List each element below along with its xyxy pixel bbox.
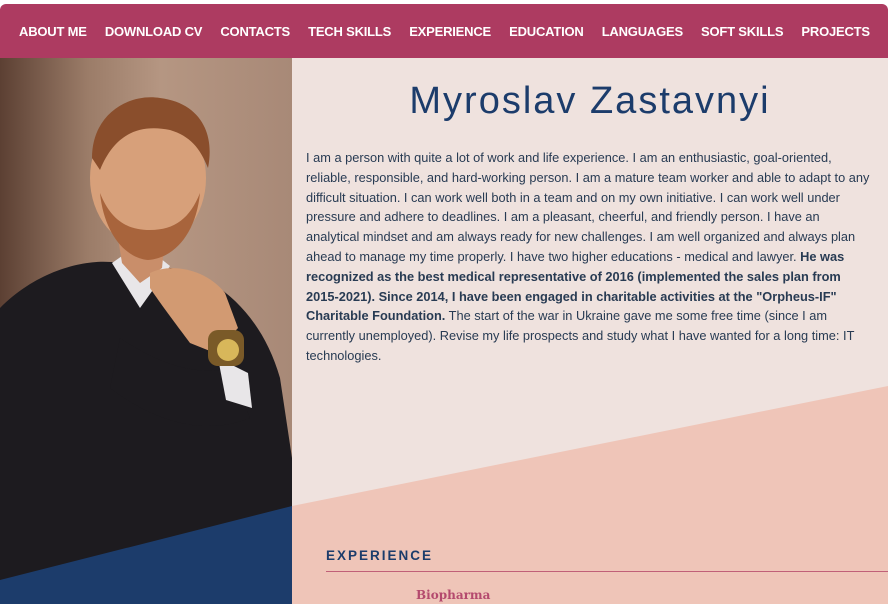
profile-photo xyxy=(0,58,292,604)
bio-paragraph: I am a person with quite a lot of work a… xyxy=(306,148,876,366)
profile-photo-illustration xyxy=(0,97,292,604)
nav-download-cv[interactable]: DOWNLOAD CV xyxy=(105,24,203,39)
experience-heading: EXPERIENCE xyxy=(326,548,434,563)
nav-tech-skills[interactable]: TECH SKILLS xyxy=(308,24,391,39)
nav-languages[interactable]: LANGUAGES xyxy=(602,24,683,39)
top-navigation: ABOUT ME DOWNLOAD CV CONTACTS TECH SKILL… xyxy=(0,4,888,58)
nav-experience[interactable]: EXPERIENCE xyxy=(409,24,491,39)
nav-projects[interactable]: PROJECTS xyxy=(801,24,870,39)
page-title: Myroslav Zastavnyi xyxy=(409,80,771,122)
nav-education[interactable]: EDUCATION xyxy=(509,24,584,39)
bio-text-1: I am a person with quite a lot of work a… xyxy=(306,150,870,264)
company-name: Biopharma xyxy=(416,588,491,602)
nav-contacts[interactable]: CONTACTS xyxy=(220,24,290,39)
about-me-section: Myroslav Zastavnyi I am a person with qu… xyxy=(292,58,888,604)
nav-about-me[interactable]: ABOUT ME xyxy=(19,24,87,39)
section-divider xyxy=(326,571,888,572)
nav-soft-skills[interactable]: SOFT SKILLS xyxy=(701,24,784,39)
